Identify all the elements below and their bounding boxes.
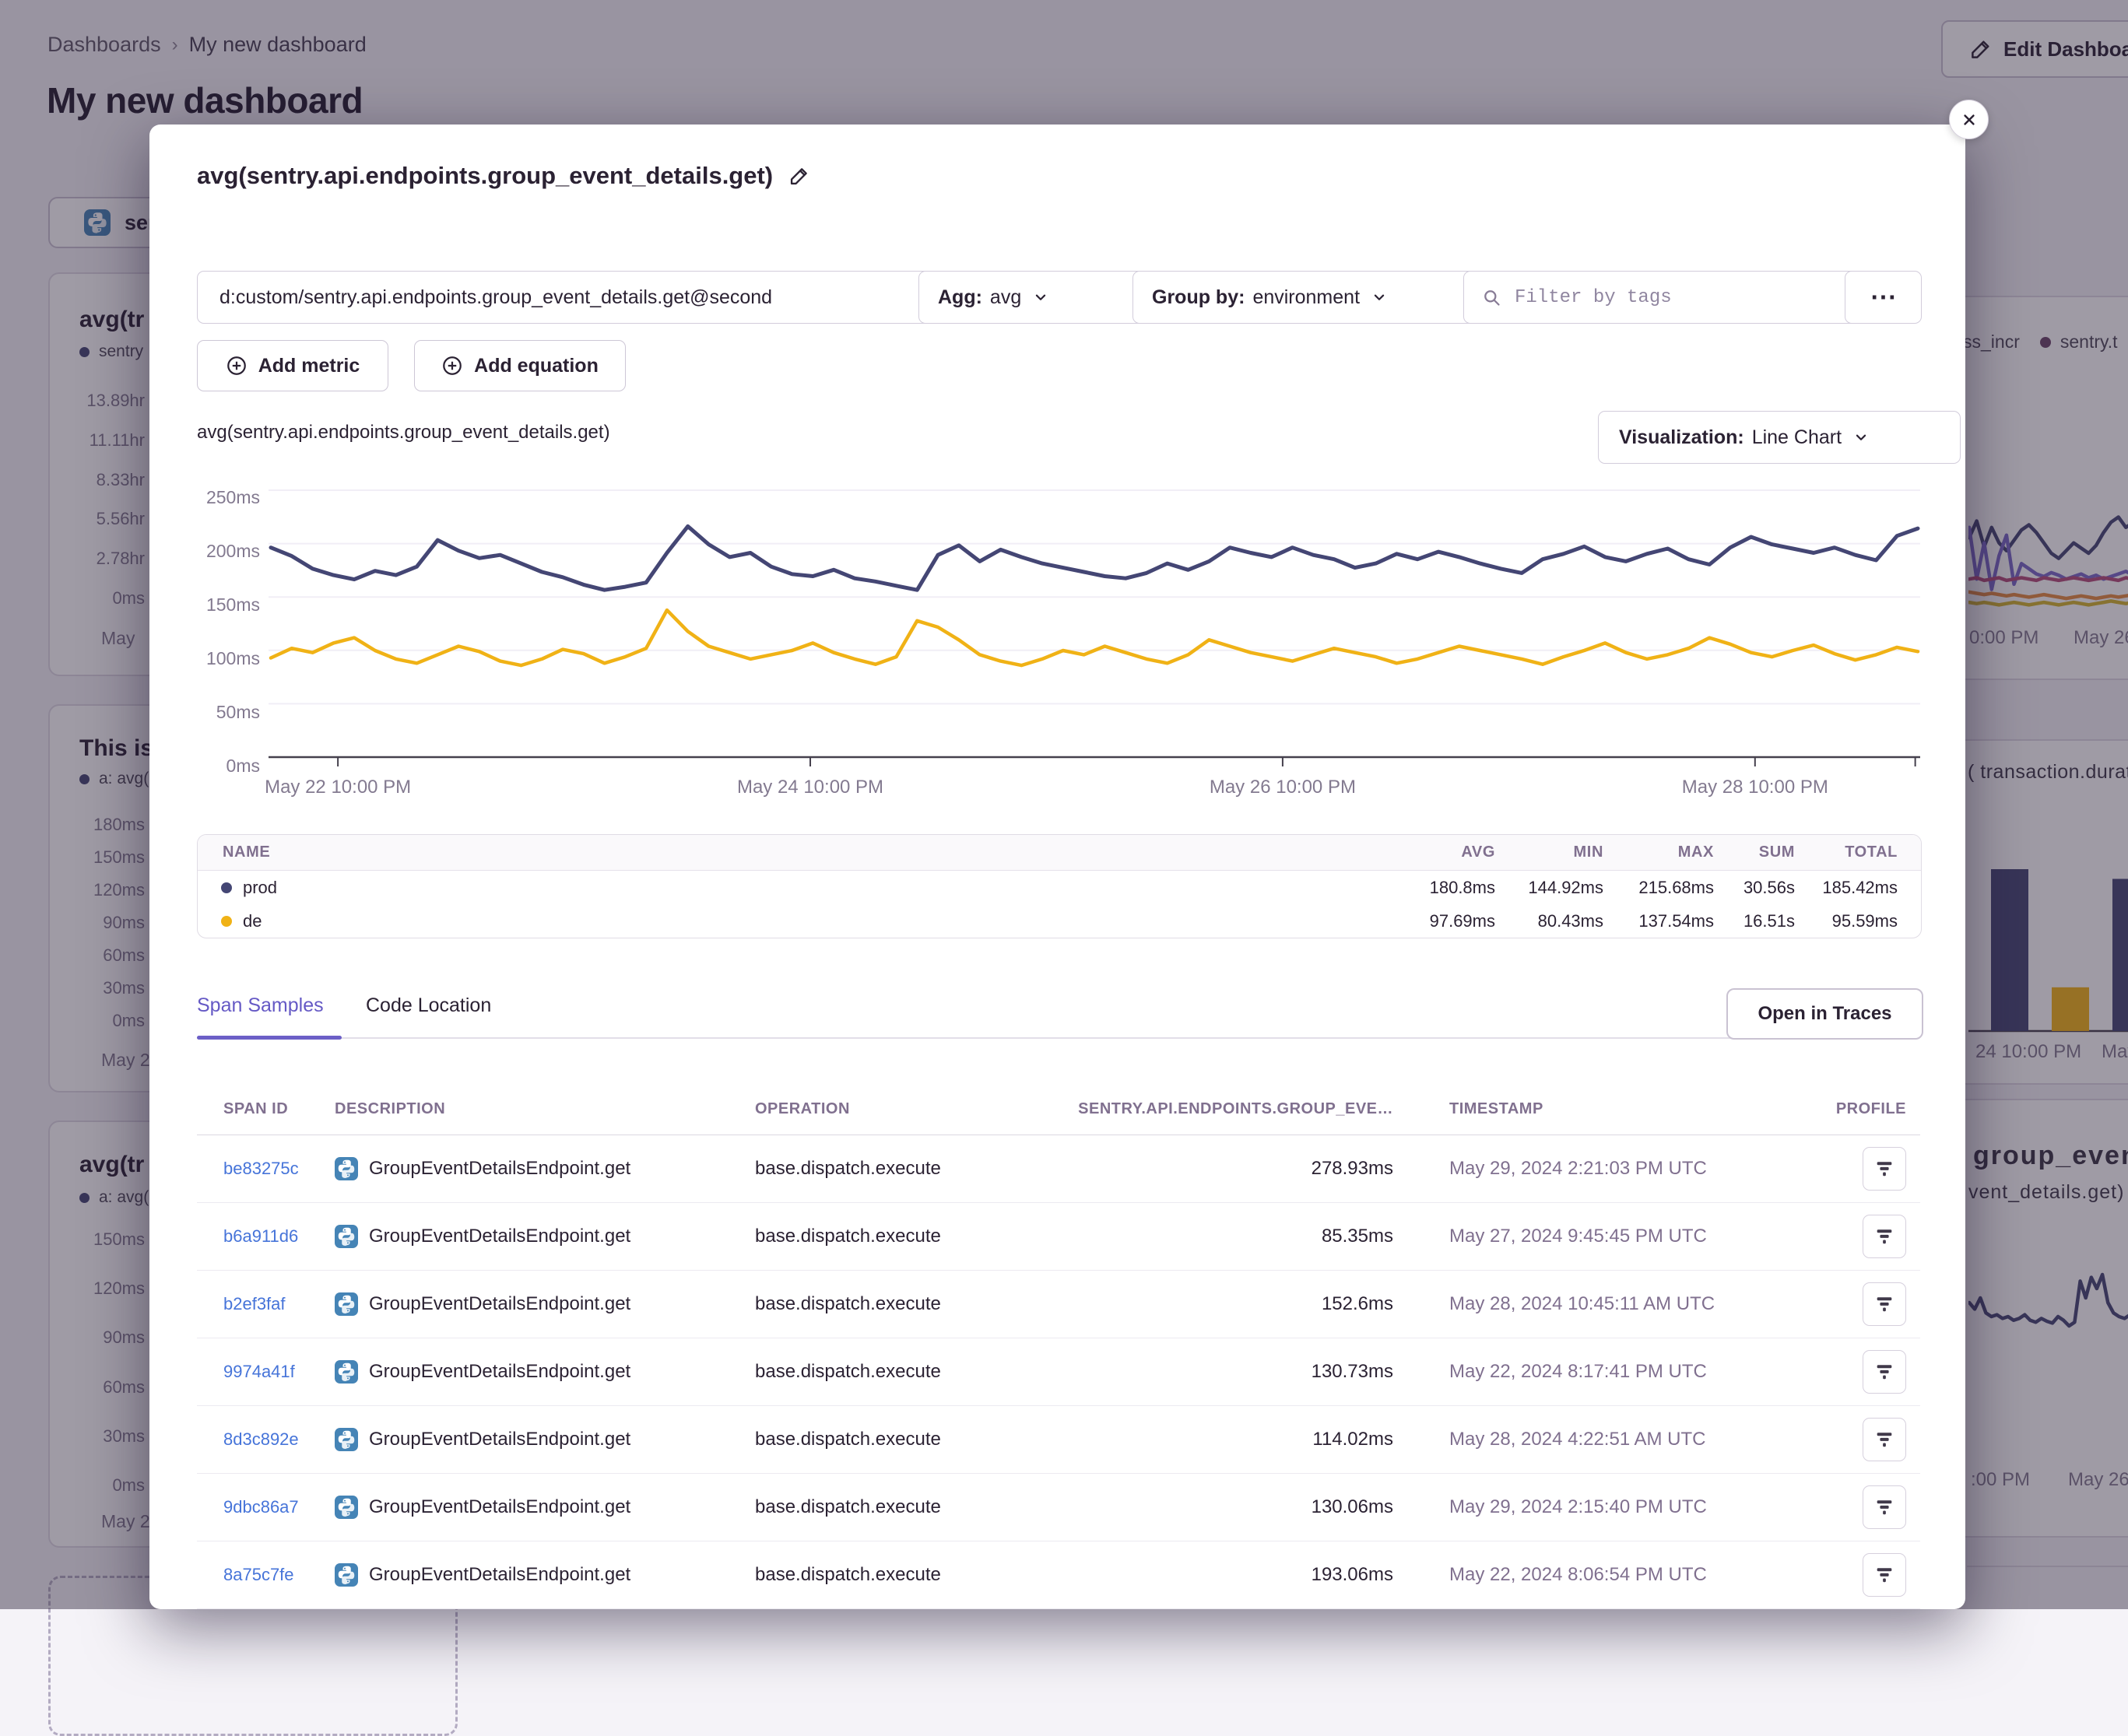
table-row: b6a911d6 GroupEventDetailsEndpoint.get b… [197, 1203, 1920, 1271]
metric-details-modal: avg(sentry.api.endpoints.group_event_det… [149, 125, 1965, 1609]
groupby-dropdown[interactable]: Group by: environment [1132, 271, 1487, 324]
tag-filter-input[interactable] [1513, 286, 1796, 309]
profile-icon [1873, 1158, 1895, 1180]
tag-filter-field[interactable] [1463, 271, 1870, 324]
series-summary-table: NAME AVG MIN MAX SUM TOTAL prod 180.8ms … [197, 834, 1922, 938]
table-row: 8a75c7fe GroupEventDetailsEndpoint.get b… [197, 1541, 1920, 1609]
tick-label: 100ms [165, 648, 260, 669]
chart-section-label: avg(sentry.api.endpoints.group_event_det… [197, 422, 610, 444]
profile-button[interactable] [1863, 1485, 1906, 1529]
modal-title: avg(sentry.api.endpoints.group_event_det… [197, 162, 810, 190]
series-color-dot [221, 882, 232, 893]
table-row: b2ef3faf GroupEventDetailsEndpoint.get b… [197, 1271, 1920, 1338]
ellipsis-icon: ⋯ [1870, 282, 1897, 313]
profile-icon [1873, 1496, 1895, 1518]
tick-label: 0ms [165, 756, 260, 777]
chevron-down-icon [1371, 289, 1388, 306]
more-options-button[interactable]: ⋯ [1845, 271, 1922, 324]
span-id-link[interactable]: 9974a41f [223, 1362, 295, 1381]
profile-icon [1873, 1564, 1895, 1586]
active-tab-underline [197, 1036, 342, 1040]
close-modal-button[interactable] [1949, 100, 1989, 139]
python-icon [335, 1496, 358, 1519]
plus-circle-icon [226, 355, 248, 377]
profile-icon [1873, 1226, 1895, 1247]
add-equation-button[interactable]: Add equation [414, 340, 626, 391]
span-id-link[interactable]: be83275c [223, 1159, 299, 1178]
tick-label: 150ms [165, 594, 260, 615]
close-icon [1959, 110, 1979, 130]
main-chart-y-axis: 250ms 200ms 150ms 100ms 50ms 0ms [165, 487, 260, 777]
tab-divider [197, 1037, 1742, 1039]
profile-icon [1873, 1429, 1895, 1450]
visualization-dropdown[interactable]: Visualization: Line Chart [1598, 411, 1961, 464]
tick-label: 50ms [165, 702, 260, 723]
profile-icon [1873, 1361, 1895, 1383]
svg-text:May 26 10:00 PM: May 26 10:00 PM [1210, 777, 1356, 798]
profile-button[interactable] [1863, 1282, 1906, 1326]
svg-text:May 24 10:00 PM: May 24 10:00 PM [737, 777, 883, 798]
series-color-dot [221, 916, 232, 927]
summary-row-prod: prod 180.8ms 144.92ms 215.68ms 30.56s 18… [198, 871, 1921, 904]
profile-button[interactable] [1863, 1350, 1906, 1394]
python-icon [335, 1360, 358, 1384]
chevron-down-icon [1032, 289, 1049, 306]
summary-row-de: de 97.69ms 80.43ms 137.54ms 16.51s 95.59… [198, 904, 1921, 938]
profile-button[interactable] [1863, 1215, 1906, 1258]
profile-button[interactable] [1863, 1418, 1906, 1461]
main-line-chart: May 22 10:00 PMMay 24 10:00 PMMay 26 10:… [269, 489, 1920, 800]
svg-text:May 22 10:00 PM: May 22 10:00 PM [265, 777, 411, 798]
table-row: 9dbc86a7 GroupEventDetailsEndpoint.get b… [197, 1474, 1920, 1541]
table-header-row: SPAN ID DESCRIPTION OPERATION SENTRY.API… [197, 1083, 1920, 1135]
search-icon [1481, 287, 1502, 308]
span-id-link[interactable]: b2ef3faf [223, 1294, 286, 1313]
python-icon [335, 1563, 358, 1587]
span-id-link[interactable]: 8a75c7fe [223, 1565, 294, 1584]
table-row: be83275c GroupEventDetailsEndpoint.get b… [197, 1135, 1920, 1203]
tab-span-samples[interactable]: Span Samples [197, 994, 324, 1017]
chevron-down-icon [1852, 429, 1870, 446]
tick-label: 200ms [165, 541, 260, 562]
open-in-traces-button[interactable]: Open in Traces [1726, 988, 1923, 1040]
python-icon [335, 1292, 358, 1316]
tab-code-location[interactable]: Code Location [366, 994, 491, 1017]
python-icon [335, 1157, 358, 1180]
table-row: 8d3c892e GroupEventDetailsEndpoint.get b… [197, 1406, 1920, 1474]
span-samples-table: SPAN ID DESCRIPTION OPERATION SENTRY.API… [197, 1083, 1920, 1609]
tick-label: 250ms [165, 487, 260, 508]
python-icon [335, 1225, 358, 1248]
edit-title-icon[interactable] [788, 165, 810, 187]
add-metric-button[interactable]: Add metric [197, 340, 388, 391]
svg-text:May 28 10:00 PM: May 28 10:00 PM [1682, 777, 1828, 798]
span-id-link[interactable]: b6a911d6 [223, 1226, 298, 1246]
profile-button[interactable] [1863, 1553, 1906, 1597]
metric-select-field[interactable]: d:custom/sentry.api.endpoints.group_even… [197, 271, 952, 324]
profile-icon [1873, 1293, 1895, 1315]
aggregation-dropdown[interactable]: Agg: avg [918, 271, 1158, 324]
span-id-link[interactable]: 8d3c892e [223, 1429, 299, 1449]
plus-circle-icon [441, 355, 463, 377]
python-icon [335, 1428, 358, 1451]
span-id-link[interactable]: 9dbc86a7 [223, 1497, 299, 1517]
profile-button[interactable] [1863, 1147, 1906, 1191]
table-row: 9974a41f GroupEventDetailsEndpoint.get b… [197, 1338, 1920, 1406]
